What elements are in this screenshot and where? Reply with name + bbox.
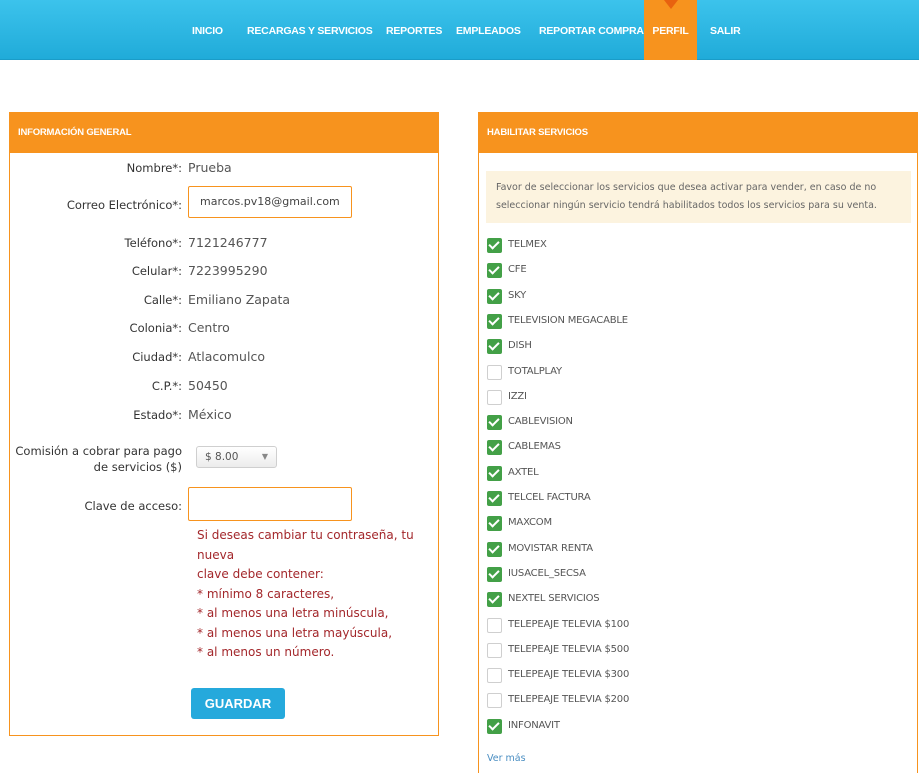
- service-checkbox[interactable]: [487, 313, 502, 329]
- estado-value: México: [188, 407, 232, 422]
- service-checkbox[interactable]: [487, 668, 502, 684]
- service-checkbox[interactable]: [487, 566, 502, 582]
- notice-line: seleccionar ningún servicio tendrá habil…: [496, 200, 877, 211]
- hint-line: * al menos una letra minúscula,: [197, 606, 389, 620]
- service-label: CFE: [508, 264, 527, 276]
- service-label: TELCEL FACTURA: [508, 492, 591, 503]
- service-label: TOTALPLAY: [508, 365, 562, 377]
- service-label: CABLEVISION: [508, 416, 573, 428]
- nav-reportar-compra[interactable]: REPORTAR COMPRA: [539, 0, 644, 60]
- service-checkbox[interactable]: [487, 415, 502, 431]
- service-checkbox[interactable]: [487, 516, 502, 532]
- services-notice: Favor de seleccionar los servicios que d…: [486, 171, 911, 223]
- nombre-value: Prueba: [188, 160, 232, 175]
- services-title: HABILITAR SERVICIOS: [479, 113, 917, 153]
- service-label: MAXCOM: [508, 517, 552, 529]
- service-checkbox[interactable]: [487, 693, 502, 709]
- notice-line: Favor de seleccionar los servicios que d…: [496, 182, 877, 193]
- nav-salir[interactable]: SALIR: [710, 0, 741, 60]
- nav-recargas-servicios[interactable]: RECARGAS Y SERVICIOS: [247, 0, 373, 60]
- service-checkbox[interactable]: [487, 718, 502, 734]
- service-checkbox[interactable]: [487, 364, 502, 380]
- service-checkbox[interactable]: [487, 465, 502, 481]
- active-indicator-icon: [664, 0, 678, 9]
- hint-line: * al menos un número.: [197, 645, 335, 659]
- service-label: IZZI: [508, 390, 527, 402]
- clave-label: Clave de acceso:: [84, 499, 182, 513]
- comision-label-line2: de servicios ($): [93, 460, 182, 474]
- service-label: DISH: [508, 340, 532, 352]
- top-nav: INICIO RECARGAS Y SERVICIOS REPORTES EMP…: [0, 0, 919, 60]
- colonia-value: Centro: [188, 320, 230, 335]
- service-label: TELEPEAJE TELEVIA $300: [508, 669, 630, 681]
- service-label: CABLEMAS: [508, 441, 561, 453]
- nombre-label: Nombre*:: [126, 161, 182, 175]
- service-checkbox[interactable]: [487, 263, 502, 279]
- chevron-down-icon: ▼: [261, 452, 268, 461]
- service-label: SKY: [508, 289, 527, 301]
- service-label: TELEPEAJE TELEVIA $200: [508, 694, 630, 706]
- ciudad-value: Atlacomulco: [188, 349, 265, 364]
- nav-perfil[interactable]: PERFIL: [644, 0, 697, 60]
- services-panel: HABILITAR SERVICIOS Favor de seleccionar…: [478, 112, 918, 773]
- service-label: TELEPEAJE TELEVIA $500: [508, 643, 630, 655]
- service-label: MOVISTAR RENTA: [508, 542, 593, 554]
- telefono-label: Teléfono*:: [124, 236, 182, 250]
- general-info-title: INFORMACIÓN GENERAL: [10, 113, 438, 153]
- password-field[interactable]: [188, 487, 352, 521]
- save-button[interactable]: GUARDAR: [191, 688, 285, 719]
- hint-line: clave debe contener:: [197, 567, 324, 581]
- colonia-label: Colonia*:: [129, 321, 182, 335]
- estado-label: Estado*:: [133, 408, 182, 422]
- service-label: TELEVISION MEGACABLE: [508, 314, 628, 326]
- service-checkbox[interactable]: [487, 592, 502, 608]
- nav-empleados[interactable]: EMPLEADOS: [456, 0, 521, 60]
- service-label: TELMEX: [508, 239, 547, 250]
- hint-line: * mínimo 8 caracteres,: [197, 586, 335, 601]
- service-checkbox[interactable]: [487, 389, 502, 405]
- service-checkbox[interactable]: [487, 491, 502, 506]
- ciudad-label: Ciudad*:: [132, 350, 182, 364]
- ver-mas-link[interactable]: Ver más: [487, 753, 526, 764]
- general-info-panel: INFORMACIÓN GENERAL Nombre*: Prueba Corr…: [9, 112, 439, 736]
- password-hint: Si deseas cambiar tu contraseña, tu nuev…: [197, 526, 438, 663]
- service-label: IUSACEL_SECSA: [508, 567, 586, 579]
- service-checkbox[interactable]: [487, 238, 502, 253]
- service-label: INFONAVIT: [508, 719, 560, 731]
- service-label: NEXTEL SERVICIOS: [508, 593, 600, 605]
- comision-label-line1: Comisión a cobrar para pago: [15, 444, 182, 458]
- email-field[interactable]: marcos.pv18@gmail.com: [188, 186, 352, 218]
- service-label: AXTEL: [508, 466, 539, 478]
- comision-selected-value: $ 8.00: [205, 451, 239, 463]
- hint-line: Si deseas cambiar tu contraseña, tu nuev…: [197, 528, 414, 562]
- service-label: TELEPEAJE TELEVIA $100: [508, 618, 630, 630]
- cp-label: C.P.*:: [151, 379, 182, 393]
- celular-label: Celular*:: [131, 264, 182, 278]
- service-checkbox[interactable]: [487, 288, 502, 304]
- service-checkbox[interactable]: [487, 642, 502, 658]
- nav-reportes[interactable]: REPORTES: [386, 0, 442, 60]
- hint-line: * al menos una letra mayúscula,: [197, 625, 393, 640]
- comision-select[interactable]: $ 8.00 ▼: [196, 446, 277, 468]
- cp-value: 50450: [188, 378, 228, 393]
- correo-label: Correo Electrónico*:: [66, 198, 182, 212]
- calle-label: Calle*:: [143, 293, 182, 307]
- telefono-value: 7121246777: [188, 235, 268, 250]
- service-checkbox[interactable]: [487, 617, 502, 633]
- celular-value: 7223995290: [188, 263, 268, 278]
- service-checkbox[interactable]: [487, 541, 502, 557]
- service-checkbox[interactable]: [487, 339, 502, 355]
- nav-inicio[interactable]: INICIO: [192, 0, 223, 60]
- calle-value: Emiliano Zapata: [188, 292, 291, 307]
- service-checkbox[interactable]: [487, 440, 502, 456]
